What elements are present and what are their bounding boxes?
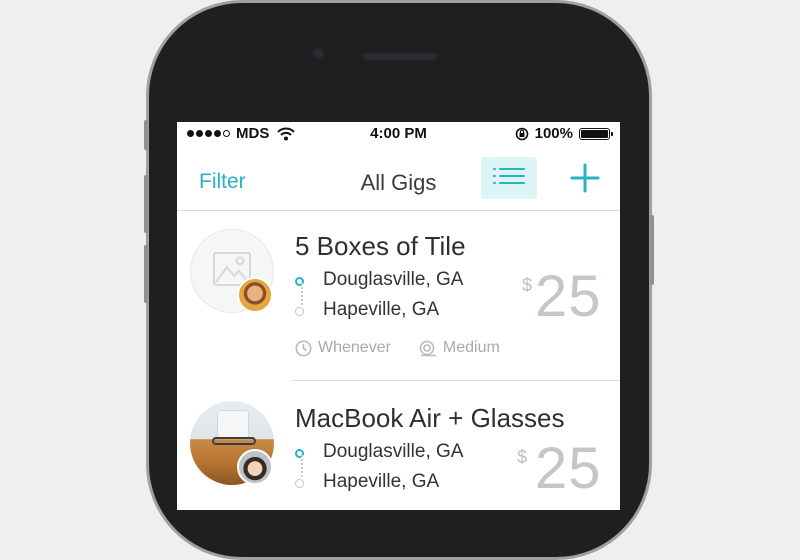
destination-location: Hapeville, GA <box>323 471 440 492</box>
poster-avatar <box>237 449 273 485</box>
front-camera <box>312 47 325 60</box>
plus-icon <box>570 163 600 193</box>
size-label: Medium <box>442 339 500 356</box>
price-currency: $ <box>522 275 533 295</box>
gig-title: MacBook Air + Glasses <box>295 403 565 433</box>
battery-area: 100% <box>515 125 613 142</box>
rotation-lock-icon <box>515 127 528 140</box>
status-bar: MDS 4:00 PM 100% <box>177 122 620 146</box>
glasses-shape <box>212 437 256 445</box>
list-icon <box>493 168 525 184</box>
phone-side-button <box>144 120 148 150</box>
page-title: All Gigs <box>360 170 437 195</box>
origin-location: Douglasville, GA <box>323 269 464 290</box>
battery-percent: 100% <box>534 125 573 142</box>
phone-volume-button <box>144 175 148 233</box>
origin-location: Douglasville, GA <box>323 441 464 462</box>
package-size-icon <box>419 340 436 356</box>
price-currency: $ <box>517 447 528 467</box>
size-info: Medium <box>419 339 500 357</box>
laptop-shape <box>218 411 248 437</box>
gig-card[interactable]: MacBook Air + Glasses Douglasville, GA H… <box>177 383 620 510</box>
phone-power-button <box>650 215 654 285</box>
app-screen: MDS 4:00 PM 100% Filter All Gigs 5 Boxes… <box>177 122 620 510</box>
clock-icon <box>295 340 312 356</box>
add-gig-button[interactable] <box>569 162 601 194</box>
gig-meta: Whenever Medium <box>295 339 528 357</box>
timing-info: Whenever <box>295 339 391 357</box>
gig-price: 25 <box>535 436 602 501</box>
destination-location: Hapeville, GA <box>323 299 440 320</box>
list-view-button[interactable] <box>481 157 537 199</box>
list-divider <box>293 380 620 381</box>
navigation-bar: Filter All Gigs <box>177 146 620 211</box>
destination-marker <box>295 479 304 488</box>
route-connector <box>301 455 303 477</box>
route-connector <box>301 283 303 305</box>
gig-card[interactable]: 5 Boxes of Tile Douglasville, GA Hapevil… <box>177 211 620 381</box>
destination-marker <box>295 307 304 316</box>
gig-title: 5 Boxes of Tile <box>295 231 466 261</box>
timing-label: Whenever <box>318 339 391 356</box>
gig-price: 25 <box>535 264 602 329</box>
earpiece-speaker <box>362 52 438 61</box>
battery-icon <box>579 127 613 140</box>
poster-avatar <box>237 277 273 313</box>
phone-volume-button <box>144 245 148 303</box>
